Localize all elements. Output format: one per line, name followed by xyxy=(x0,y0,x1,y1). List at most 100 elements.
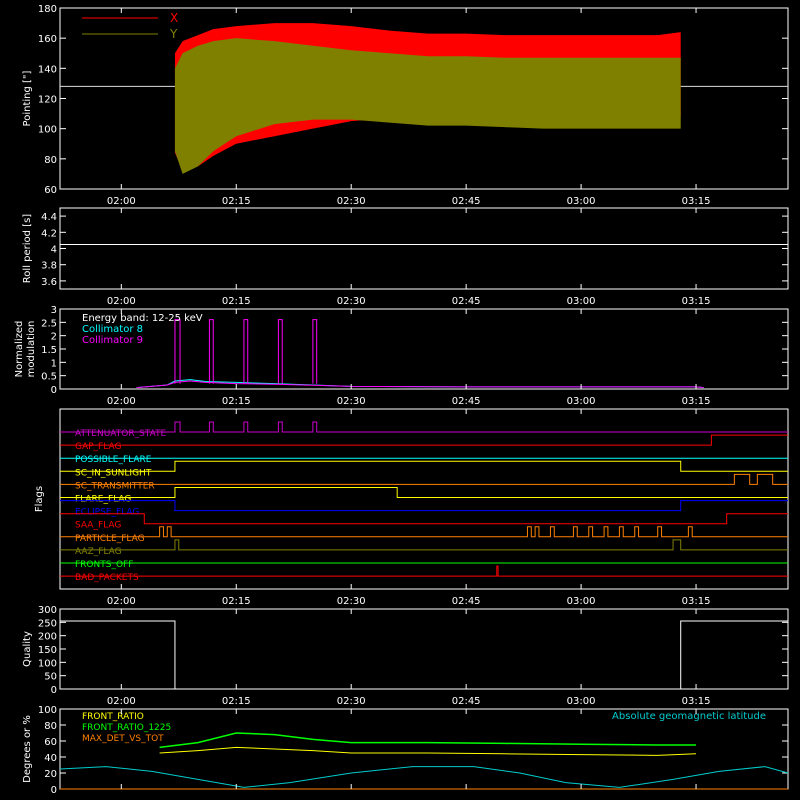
x-tick-label: 02:45 xyxy=(452,696,481,707)
flag-label-fronts-off: FRONTS_OFF xyxy=(75,560,133,570)
x-tick-label: 02:15 xyxy=(222,296,251,307)
y-tick-label: 120 xyxy=(38,95,57,106)
y-tick-label: 0 xyxy=(51,385,57,396)
flag-line-saa-flag xyxy=(60,513,788,525)
x-tick-label: 02:00 xyxy=(107,596,136,607)
x-tick-label: 02:45 xyxy=(452,396,481,407)
legend-label: Collimator 9 xyxy=(82,335,143,346)
y-tick-label: 60 xyxy=(44,185,57,196)
x-tick-label: 03:00 xyxy=(567,196,596,207)
x-tick-label: 02:30 xyxy=(337,196,366,207)
flag-line-eclipse-flag xyxy=(60,500,788,512)
x-tick-label: 03:15 xyxy=(682,196,711,207)
y-tick-label: 150 xyxy=(38,645,57,656)
y-tick-label: 20 xyxy=(44,769,57,780)
x-tick-label: 03:15 xyxy=(682,396,711,407)
flag-line-flare-flag xyxy=(60,487,788,498)
x-tick-label: 02:45 xyxy=(452,596,481,607)
x-tick-label: 03:15 xyxy=(682,596,711,607)
y-tick-label: 60 xyxy=(44,737,57,748)
flag-line-sc-in-sunlight xyxy=(60,460,788,472)
legend-label-x: X xyxy=(170,11,178,25)
quicklook-figure: 6080100120140160180Pointing ["]XY02:00 02… xyxy=(14,4,789,796)
attenuator-spike xyxy=(243,319,249,384)
attenuator-spike xyxy=(312,319,318,384)
attenuator-spike xyxy=(277,319,283,384)
x-tick-label: 03:15 xyxy=(682,296,711,307)
x-tick-label: 02:15 xyxy=(222,696,251,707)
x-tick-label: 02:30 xyxy=(337,596,366,607)
x-tick-label: 02:30 xyxy=(337,396,366,407)
x-tick-label: 02:15 xyxy=(222,396,251,407)
y-tick-label: 2 xyxy=(51,332,57,343)
y-tick-label: 0 xyxy=(51,785,57,796)
x-tick-label: 02:30 xyxy=(337,696,366,707)
flag-label-possible-flare: POSSIBLE_FLARE xyxy=(75,455,152,465)
flag-label-sc-in-sunlight: SC_IN_SUNLIGHT xyxy=(75,468,152,478)
flag-label-sc-transmitter: SC_TRANSMITTER xyxy=(75,481,155,491)
x-tick-label: 02:45 xyxy=(452,196,481,207)
y-tick-label: 80 xyxy=(44,155,57,166)
y-tick-label: 0.5 xyxy=(41,372,57,383)
legend-label-y: Y xyxy=(169,27,178,41)
roll-period-plot-frame xyxy=(59,207,789,290)
y-tick-label: 200 xyxy=(38,632,57,643)
y-tick-label: 2.5 xyxy=(41,318,57,329)
flag-line-attenuator-state xyxy=(60,421,788,433)
y-tick-label: 1.5 xyxy=(41,345,57,356)
x-tick-label: 02:00 xyxy=(107,696,136,707)
flag-label-aaz-flag: AAZ_FLAG xyxy=(75,547,122,557)
x-tick-label: 02:15 xyxy=(222,196,251,207)
y-tick-label: 1 xyxy=(51,358,57,369)
quality-line xyxy=(60,620,788,690)
flag-line-particle-flag xyxy=(60,526,788,538)
y-tick-label: 80 xyxy=(44,721,57,732)
series-absolute-geomagnetic-latitude xyxy=(59,766,789,788)
flag-label-gap-flag: GAP_FLAG xyxy=(75,442,121,452)
y-axis-label-line2: modulation xyxy=(26,321,37,378)
flag-label-eclipse-flag: ECLIPSE_FLAG xyxy=(75,508,139,518)
flag-line-gap-flag xyxy=(60,434,788,446)
x-tick-label: 02:00 xyxy=(107,196,136,207)
y-tick-label: 4 xyxy=(51,245,57,256)
flags-plot-frame xyxy=(59,408,789,590)
y-tick-label: 40 xyxy=(44,753,57,764)
attenuator-spike xyxy=(208,319,214,384)
legend-label: Collimator 8 xyxy=(82,324,143,335)
x-tick-label: 02:30 xyxy=(337,296,366,307)
x-tick-label: 03:00 xyxy=(567,596,596,607)
series-front-ratio xyxy=(159,746,697,756)
flag-label-saa-flag: SAA_FLAG xyxy=(75,521,121,531)
flag-label-attenuator-state: ATTENUATOR_STATE xyxy=(75,429,167,439)
y-tick-label: 4.2 xyxy=(41,228,57,239)
flag-label-particle-flag: PARTICLE_FLAG xyxy=(75,534,145,544)
y-axis-label: Pointing ["] xyxy=(22,70,33,126)
y-axis-label: Degrees or % xyxy=(22,715,33,783)
legend-label: FRONT_RATIO_1225 xyxy=(82,723,171,733)
y-tick-label: 4.4 xyxy=(41,212,57,223)
y-tick-label: 250 xyxy=(38,618,57,629)
x-tick-label: 02:00 xyxy=(107,396,136,407)
x-tick-label: 02:45 xyxy=(452,296,481,307)
y-tick-label: 100 xyxy=(38,705,57,716)
x-tick-label: 02:00 xyxy=(107,296,136,307)
y-tick-label: 3.8 xyxy=(41,261,57,272)
flag-label-bad-packets: BAD_PACKETS xyxy=(75,573,139,583)
x-tick-label: 03:15 xyxy=(682,696,711,707)
y-tick-label: 140 xyxy=(38,64,57,75)
y-tick-label: 300 xyxy=(38,605,57,616)
x-tick-label: 03:00 xyxy=(567,696,596,707)
y-tick-label: 3 xyxy=(51,305,57,316)
x-tick-label: 02:15 xyxy=(222,596,251,607)
flag-line-sc-transmitter xyxy=(60,473,788,485)
y-axis-label: Quality xyxy=(22,631,33,667)
attenuator-spike xyxy=(174,319,181,384)
y-tick-label: 3.6 xyxy=(41,277,57,288)
y-axis-label: Roll period [s] xyxy=(22,214,33,283)
flag-label-flare-flag: FLARE_FLAG xyxy=(75,495,131,505)
x-tick-label: 03:00 xyxy=(567,296,596,307)
right-legend-label: Absolute geomagnetic latitude xyxy=(612,711,766,722)
legend-label: FRONT_RATIO xyxy=(82,712,144,722)
y-tick-label: 160 xyxy=(38,34,57,45)
y-axis-label: Normalized xyxy=(14,321,25,378)
